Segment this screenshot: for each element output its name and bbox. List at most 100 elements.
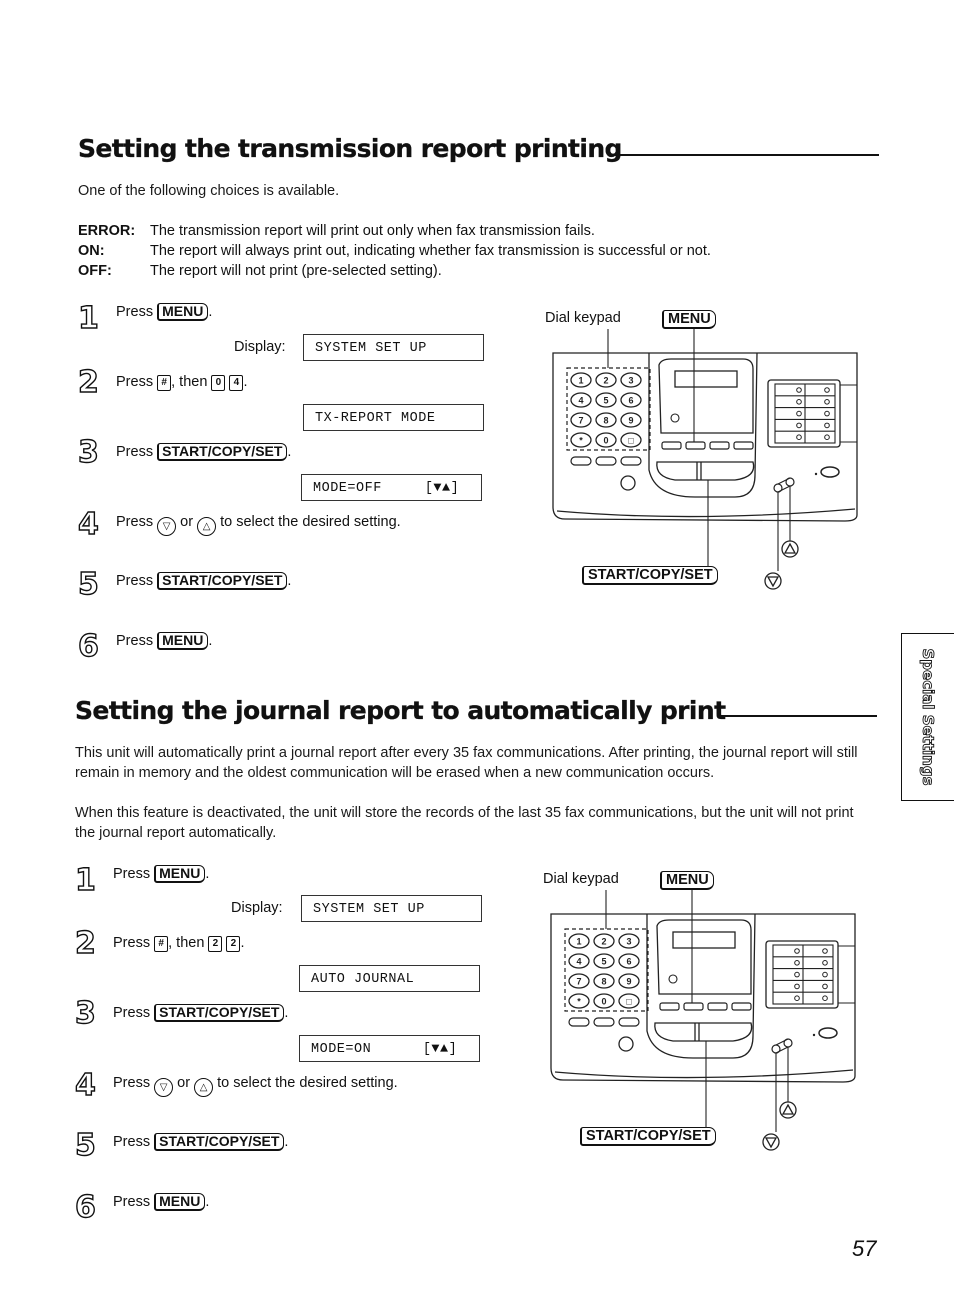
journal-description-1: This unit will automatically print a jou… [75,745,858,781]
panel-body [552,352,858,522]
function-button [620,456,642,466]
fax-panel-drawing: 1 2 3 4 5 6 7 8 9 * 0 □ [552,329,858,590]
step-number: 6 [77,629,99,664]
keypad-key-label: 4 [578,396,583,406]
journal-description-2: When this feature is deactivated, the un… [75,805,854,841]
start-bar [654,1022,753,1042]
one-touch-button [796,422,802,429]
press-label: Press [113,1005,151,1021]
one-touch-button [796,434,802,440]
display-label: Display: [231,900,283,916]
step-number: 5 [74,1128,96,1163]
intro-text: One of the following choices is availabl… [78,183,340,199]
one-touch-button [794,983,800,990]
step-4-text: Press ▽ or △ to select the desired setti… [116,512,401,536]
lcd-window [672,931,736,949]
step-number: 1 [74,863,96,898]
down-arrow-icon: ▽ [154,1078,174,1097]
lcd-display: TX-REPORT MODE [303,404,484,431]
function-button [568,1017,590,1027]
up-arrow-icon: △ [197,517,217,536]
press-label: Press [116,374,154,390]
one-touch-button [824,434,830,440]
press-label: Press [116,304,154,320]
menu-row-button [731,1002,752,1011]
or-label: or [177,1075,191,1091]
press-label: Press [116,633,154,649]
option-desc: The report will not print (pre-selected … [150,263,442,279]
panel-edge [556,508,856,518]
page-number: 57 [852,1236,877,1261]
one-touch-button [824,399,830,405]
lcd-window [674,370,738,388]
menu-row-button [709,441,730,450]
nav-link [777,485,791,493]
keypad-key-label: 1 [576,937,581,947]
step-number: 4 [77,507,99,542]
step-desc: to select the desired setting. [217,1075,398,1091]
menu-row-button [661,441,682,450]
side-tab-special-settings: Special Settings [901,633,954,801]
press-label: Press [116,573,154,589]
one-touch-button [822,983,828,990]
keypad-key-label: * [577,997,581,1007]
indicator-light [670,413,680,423]
menu-key: MENU [154,865,206,883]
keypad-key-label: 8 [603,416,608,426]
indicator-dot [814,472,818,476]
one-touch-button [794,948,800,954]
fax-panel-drawing: 1 2 3 4 5 6 7 8 9 * 0 □ [550,890,856,1151]
section-title-journal-report: Setting the journal report to automatica… [75,696,726,725]
keypad-key-label: 0 [603,436,608,446]
one-touch-button [796,387,802,393]
step-2-text: Press #, then 0 4. [116,374,248,391]
start-bar [656,461,755,481]
option-desc: The transmission report will print out o… [150,223,595,239]
keypad-key-label: 8 [601,977,606,987]
side-tab-label: Special Settings [919,648,938,786]
function-button [618,1017,640,1027]
keypad-key-label: 2 [603,376,608,386]
step-4-text: Press ▽ or △ to select the desired setti… [113,1073,398,1097]
hash-key: # [157,375,172,391]
keypad-key-label: 5 [601,957,606,967]
lcd-display: MODE=OFF [▼▲] [301,474,482,501]
lcd-display: SYSTEM SET UP [303,334,484,361]
keypad-key-label: 3 [626,937,631,947]
then-label: , then [171,374,208,390]
menu-row-button [659,1002,680,1011]
hash-key: # [154,936,169,952]
menu-key: MENU [157,303,209,321]
one-touch-button [824,387,830,393]
keypad-key-label: 0 [601,997,606,1007]
volume-knob [620,475,636,491]
option-error: ERROR: The transmission report will print… [78,221,711,241]
press-label: Press [113,1194,151,1210]
menu-row-button [685,441,706,450]
one-touch-button [822,995,828,1001]
press-label: Press [113,866,151,882]
option-term: ON: [78,243,105,259]
keypad-key-label: 2 [601,937,606,947]
center-housing [648,352,758,498]
step-5-text: Press START/COPY/SET. [116,572,292,590]
press-label: Press [116,444,154,460]
function-button [593,1017,615,1027]
up-arrow-icon: △ [194,1078,214,1097]
press-label: Press [116,514,154,530]
nav-link [775,1046,789,1054]
center-housing [646,913,756,1059]
one-touch-button [796,399,802,405]
option-desc: The report will always print out, indica… [150,243,711,259]
or-label: or [180,514,194,530]
indicator-light [668,974,678,984]
step-number: 2 [74,926,96,961]
digit-key: 0 [211,375,226,391]
function-button [595,456,617,466]
keypad-key-label: 9 [626,977,631,987]
keypad-key-label: 1 [578,376,583,386]
volume-knob [618,1036,634,1052]
menu-row-button [733,441,754,450]
section-title-transmission-report: Setting the transmission report printing [78,134,623,163]
option-term: OFF: [78,263,112,279]
